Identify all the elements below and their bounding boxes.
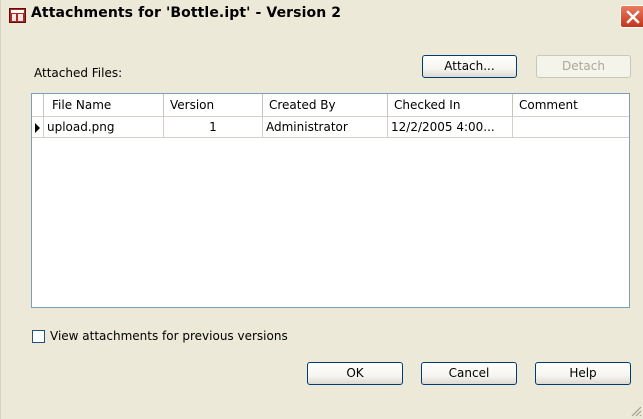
column-header-file-name[interactable]: File Name	[44, 94, 164, 116]
table-row[interactable]: upload.png 1 Administrator 12/2/2005 4:0…	[32, 117, 629, 138]
cell-version[interactable]: 1	[164, 117, 263, 138]
grid-header: File Name Version Created By Checked In …	[32, 94, 629, 117]
attached-files-label: Attached Files:	[34, 66, 123, 80]
title-bar[interactable]: Attachments for 'Bottle.ipt' - Version 2	[1, 0, 643, 31]
close-icon	[626, 10, 640, 24]
row-selector[interactable]	[32, 117, 44, 138]
cell-created-by[interactable]: Administrator	[263, 117, 388, 138]
attach-button[interactable]: Attach...	[422, 55, 517, 78]
cell-checked-in[interactable]: 12/2/2005 4:00...	[388, 117, 513, 138]
column-header-version[interactable]: Version	[164, 94, 263, 116]
row-pointer-icon	[35, 123, 40, 133]
window-title: Attachments for 'Bottle.ipt' - Version 2	[31, 5, 342, 21]
column-header-checked-in[interactable]: Checked In	[388, 94, 513, 116]
resize-grip-icon[interactable]	[629, 404, 642, 417]
attachments-grid[interactable]: File Name Version Created By Checked In …	[31, 93, 630, 308]
detach-button[interactable]: Detach	[536, 55, 631, 78]
column-header-created-by[interactable]: Created By	[263, 94, 388, 116]
help-button[interactable]: Help	[535, 362, 631, 385]
app-icon	[9, 8, 26, 23]
cell-comment[interactable]	[513, 117, 629, 138]
close-button[interactable]	[620, 5, 643, 28]
row-header-spacer	[32, 94, 44, 116]
ok-button[interactable]: OK	[307, 362, 403, 385]
attachments-dialog: Attachments for 'Bottle.ipt' - Version 2…	[0, 0, 643, 419]
cell-file-name[interactable]: upload.png	[44, 117, 164, 138]
view-previous-versions-label[interactable]: View attachments for previous versions	[50, 329, 288, 343]
cancel-button[interactable]: Cancel	[421, 362, 517, 385]
view-previous-versions-checkbox[interactable]	[32, 330, 45, 343]
column-header-comment[interactable]: Comment	[513, 94, 629, 116]
